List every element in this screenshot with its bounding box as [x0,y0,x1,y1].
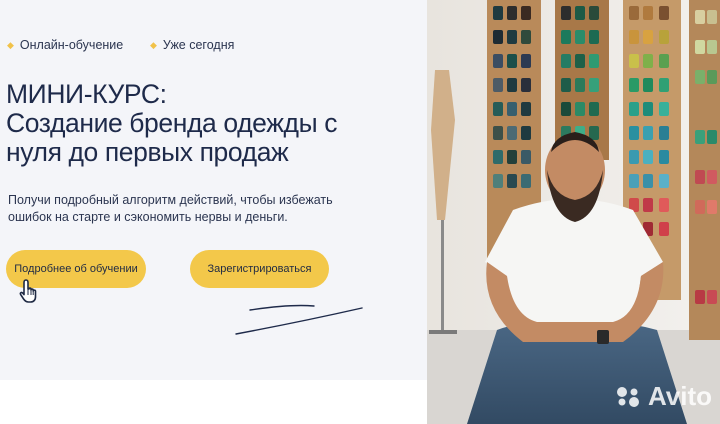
title-line-1: МИНИ-КУРС: [6,79,167,109]
hero-panel: ◆ Онлайн-обучение ◆ Уже сегодня МИНИ-КУР… [0,0,427,380]
page-title: МИНИ-КУРС: Создание бренда одежды с нуля… [6,80,426,167]
register-button[interactable]: Зарегистрироваться [190,250,329,288]
hero-photo: Avito [427,0,720,424]
hand-pointer-icon [19,279,37,303]
description-line-2: ошибок на старте и сэкономить нервы и де… [8,210,288,224]
tag-today: ◆ Уже сегодня [150,38,234,52]
diamond-bullet-icon: ◆ [150,39,157,50]
diamond-bullet-icon: ◆ [7,39,14,50]
decorative-scribble [235,304,363,335]
title-line-3: нуля до первых продаж [6,137,289,167]
tag-online: ◆ Онлайн-обучение [7,38,150,52]
hero-description: Получи подробный алгоритм действий, чтоб… [8,192,408,226]
avito-logo-icon [616,386,639,407]
tag-today-label: Уже сегодня [162,38,235,52]
man-with-thread-spools-image [427,0,720,424]
title-line-2: Создание бренда одежды с [6,108,338,138]
tag-online-label: Онлайн-обучение [19,38,124,52]
avito-watermark: Avito [614,381,712,412]
watermark-text: Avito [647,381,712,411]
tags-row: ◆ Онлайн-обучение ◆ Уже сегодня [7,38,234,52]
bottom-strip [0,380,427,424]
description-line-1: Получи подробный алгоритм действий, чтоб… [8,193,333,207]
